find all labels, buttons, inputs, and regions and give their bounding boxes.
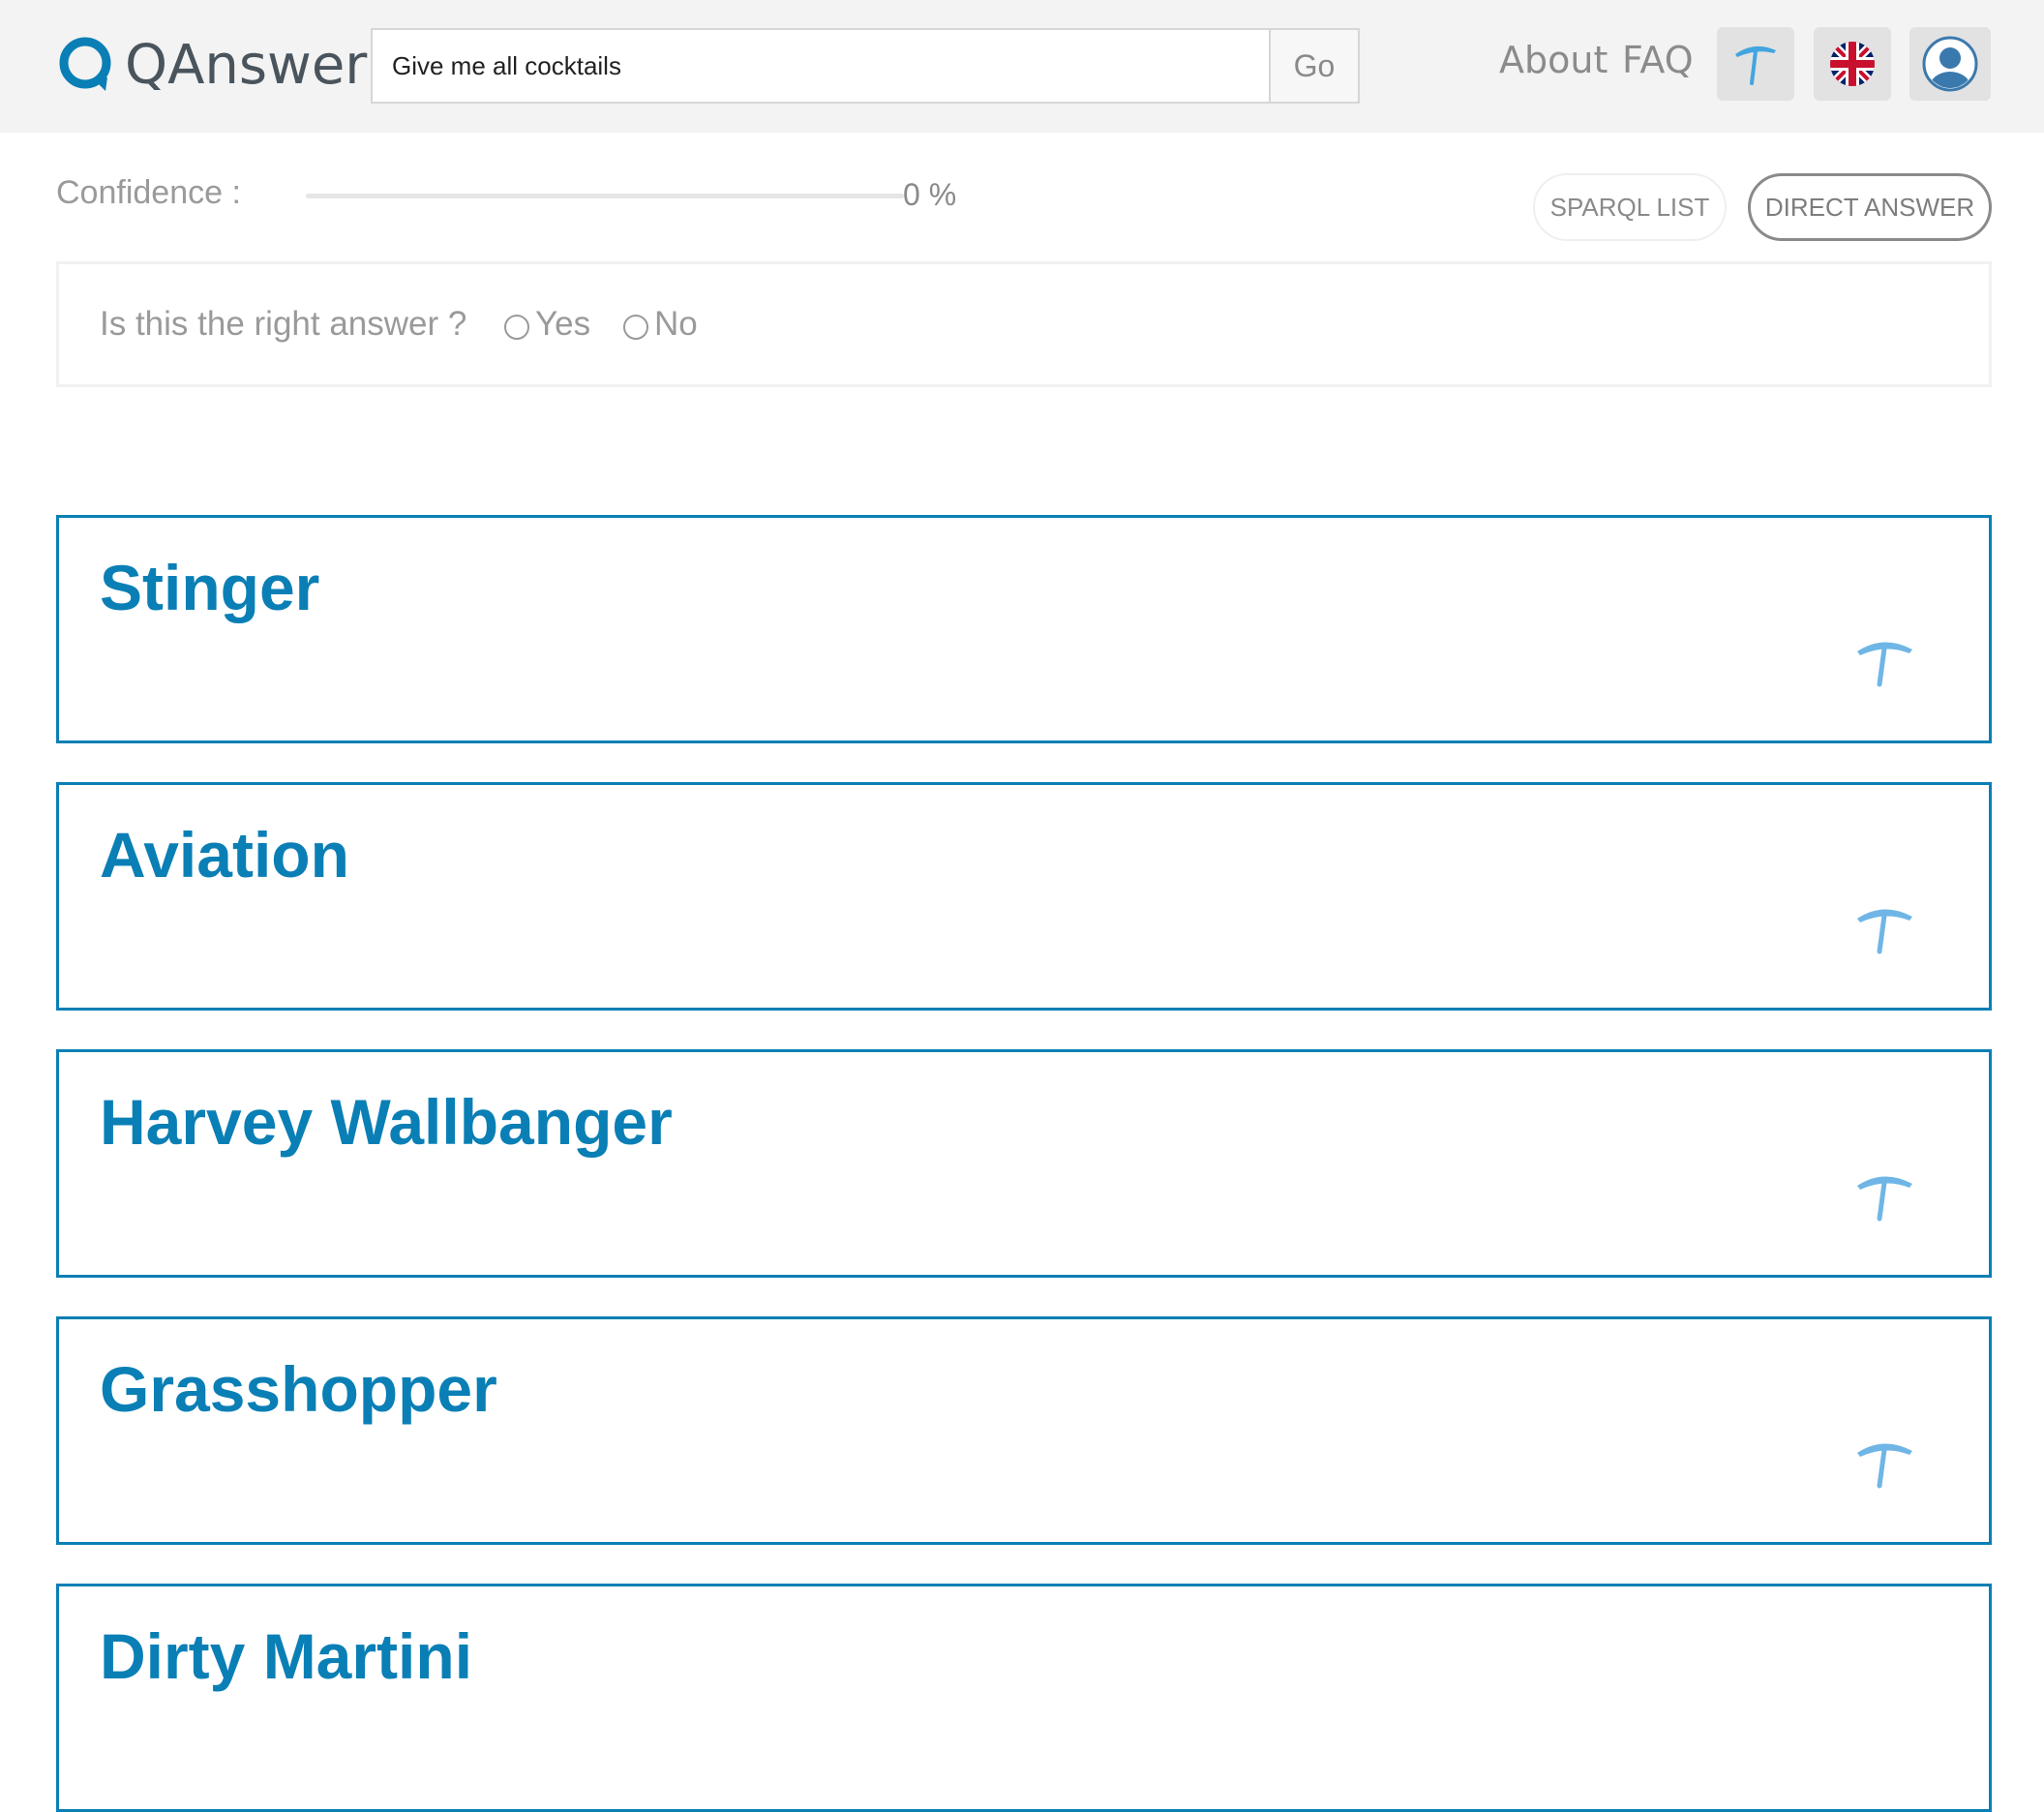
- confidence-label: Confidence :: [56, 174, 241, 211]
- uk-flag-icon: [1830, 42, 1875, 86]
- umbrella-icon: [1857, 1443, 1912, 1489]
- result-card[interactable]: Harvey Wallbanger: [56, 1049, 1992, 1278]
- search-bar: Go: [371, 28, 1360, 104]
- search-input[interactable]: [373, 30, 1269, 102]
- feedback-panel: Is this the right answer ? Yes No: [56, 261, 1992, 387]
- umbrella-icon: [1857, 642, 1912, 687]
- feedback-no-option[interactable]: No: [623, 305, 698, 344]
- result-title[interactable]: Dirty Martini: [100, 1619, 472, 1693]
- umbrella-button[interactable]: [1717, 27, 1794, 101]
- user-avatar-icon: [1922, 36, 1978, 92]
- result-card[interactable]: Dirty Martini: [56, 1584, 1992, 1812]
- no-label: No: [654, 305, 698, 343]
- go-button[interactable]: Go: [1269, 30, 1358, 102]
- result-title[interactable]: Grasshopper: [100, 1352, 497, 1426]
- result-card[interactable]: Stinger: [56, 515, 1992, 743]
- yes-label: Yes: [535, 305, 591, 343]
- umbrella-icon: [1857, 909, 1912, 954]
- language-button[interactable]: [1814, 27, 1891, 101]
- result-card[interactable]: Aviation: [56, 782, 1992, 1011]
- user-account-button[interactable]: [1909, 27, 1991, 101]
- faq-link[interactable]: FAQ: [1622, 39, 1694, 81]
- top-header: QAnswer Go About FAQ: [0, 0, 2044, 133]
- qanswer-logo[interactable]: QAnswer: [55, 31, 367, 99]
- direct-answer-button[interactable]: DIRECT ANSWER: [1748, 173, 1992, 241]
- yes-radio[interactable]: [504, 315, 529, 340]
- result-title[interactable]: Harvey Wallbanger: [100, 1085, 673, 1159]
- about-link[interactable]: About: [1499, 39, 1608, 81]
- umbrella-icon: [1735, 45, 1776, 85]
- sparql-list-button[interactable]: SPARQL LIST: [1533, 173, 1727, 241]
- feedback-yes-option[interactable]: Yes: [504, 305, 590, 344]
- umbrella-icon: [1857, 1176, 1912, 1222]
- confidence-bar: [306, 194, 904, 198]
- confidence-value: 0 %: [903, 177, 957, 212]
- result-title[interactable]: Stinger: [100, 551, 319, 624]
- result-card[interactable]: Grasshopper: [56, 1316, 1992, 1545]
- logo-text: QAnswer: [125, 33, 368, 97]
- no-radio[interactable]: [623, 315, 648, 340]
- result-title[interactable]: Aviation: [100, 818, 349, 891]
- logo-bubble-icon: [59, 37, 111, 91]
- feedback-question: Is this the right answer ?: [100, 305, 467, 343]
